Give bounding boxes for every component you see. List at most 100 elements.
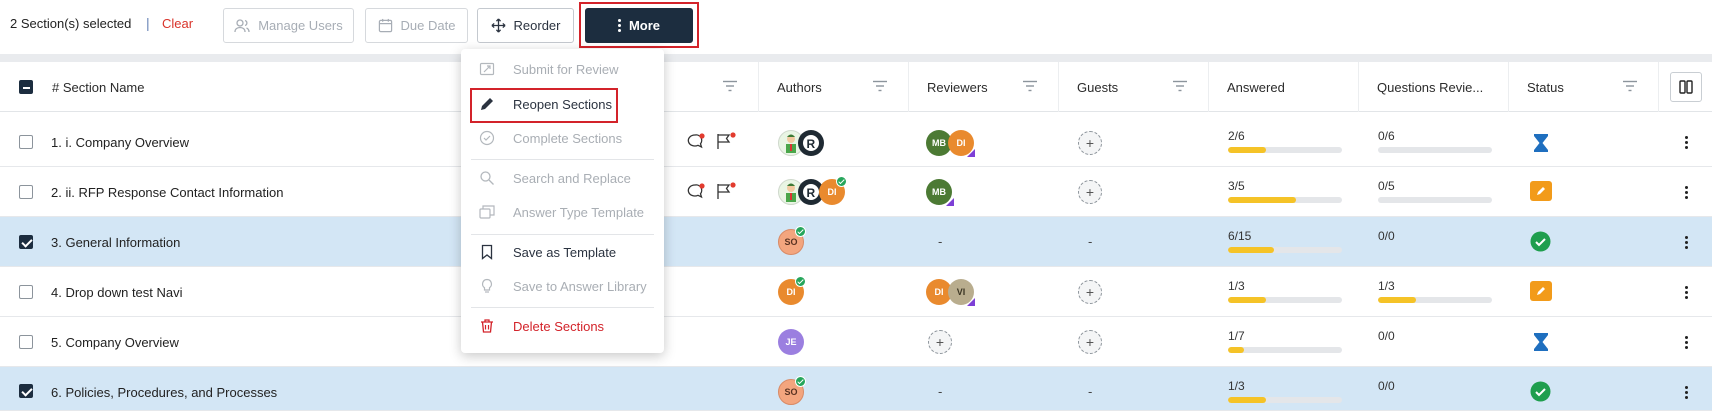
role-marker-icon [967, 298, 975, 306]
column-settings-button[interactable] [1670, 72, 1702, 102]
svg-text:R: R [807, 137, 816, 151]
table-row[interactable]: 2. ii. RFP Response Contact Information … [0, 167, 1712, 217]
filter-icon[interactable] [1022, 80, 1038, 92]
answered-count: 6/15 [1228, 229, 1252, 243]
svg-text:R: R [807, 186, 816, 200]
reviewed-count: 0/0 [1378, 379, 1395, 393]
template-icon [479, 205, 495, 219]
row-actions-icon[interactable] [1685, 284, 1689, 301]
role-marker-icon [967, 149, 975, 157]
calendar-icon [378, 18, 392, 33]
column-answered[interactable]: Answered [1215, 62, 1359, 112]
bookmark-icon [481, 244, 493, 260]
section-name[interactable]: 3. General Information [51, 235, 180, 250]
add-guest-icon[interactable]: + [1078, 180, 1102, 204]
toolbar-divider-band [0, 54, 1712, 62]
row-actions-icon[interactable] [1685, 334, 1689, 351]
reviewed-progress [1378, 297, 1492, 303]
due-date-label: Due Date [400, 18, 456, 33]
table-row[interactable]: 6. Policies, Procedures, and Processes S… [0, 367, 1712, 411]
menu-item-save-to-answer-library[interactable]: Save to Answer Library [461, 271, 664, 301]
r-logo-avatar-icon: R [798, 130, 824, 156]
menu-item-answer-type-template[interactable]: Answer Type Template [461, 197, 664, 227]
reviewed-progress [1378, 197, 1492, 203]
check-circle-icon [1530, 381, 1551, 402]
add-guest-icon[interactable]: + [1078, 280, 1102, 304]
row-checkbox[interactable] [19, 384, 33, 398]
row-checkbox[interactable] [19, 135, 33, 149]
column-reviewers[interactable]: Reviewers [915, 62, 1059, 112]
menu-item-submit-for-review[interactable]: Submit for Review [461, 54, 664, 84]
columns-icon [1679, 80, 1693, 94]
answered-count: 1/3 [1228, 379, 1245, 393]
due-date-button[interactable]: Due Date [365, 8, 468, 43]
completed-check-icon [836, 176, 847, 187]
flag-icon[interactable] [715, 182, 737, 200]
menu-item-complete-sections[interactable]: Complete Sections [461, 123, 664, 153]
column-guests[interactable]: Guests [1065, 62, 1209, 112]
clear-selection-link[interactable]: Clear [162, 16, 193, 31]
comment-icon[interactable] [686, 133, 706, 151]
section-name[interactable]: 2. ii. RFP Response Contact Information [51, 185, 283, 200]
submit-icon [479, 62, 495, 76]
move-arrows-icon [491, 18, 506, 33]
answered-progress [1228, 247, 1342, 253]
add-guest-icon[interactable]: + [1078, 330, 1102, 354]
filter-icon[interactable] [1622, 80, 1638, 92]
menu-item-delete-sections[interactable]: Delete Sections [461, 311, 664, 341]
column-questions-reviewed-label: Questions Revie... [1377, 79, 1484, 95]
row-checkbox[interactable] [19, 185, 33, 199]
row-checkbox[interactable] [19, 285, 33, 299]
section-name[interactable]: 6. Policies, Procedures, and Processes [51, 385, 277, 400]
table-row[interactable]: 4. Drop down test Navi DI DI VI + 1/3 1/… [0, 267, 1712, 317]
menu-divider [471, 234, 654, 235]
column-authors[interactable]: Authors [765, 62, 909, 112]
reviewed-count: 0/0 [1378, 329, 1395, 343]
add-guest-icon[interactable]: + [1078, 131, 1102, 155]
answered-progress [1228, 297, 1342, 303]
column-status-label: Status [1527, 79, 1564, 95]
hourglass-icon [1534, 134, 1548, 152]
menu-item-search-and-replace[interactable]: Search and Replace [461, 163, 664, 193]
row-actions-icon[interactable] [1685, 234, 1689, 251]
table-row[interactable]: 1. i. Company Overview R MB DI + 2/6 0/6 [0, 117, 1712, 167]
completed-check-icon [795, 376, 806, 387]
column-questions-reviewed[interactable]: Questions Revie... [1365, 62, 1509, 112]
reorder-button[interactable]: Reorder [477, 8, 574, 43]
reviewed-progress [1378, 147, 1492, 153]
comment-icon[interactable] [686, 183, 706, 201]
table-row[interactable]: 5. Company Overview JE + + 1/7 0/0 [0, 317, 1712, 367]
reviewed-count: 1/3 [1378, 279, 1395, 293]
row-actions-icon[interactable] [1685, 384, 1689, 401]
column-guests-label: Guests [1077, 79, 1119, 95]
reviewed-count: 0/6 [1378, 129, 1395, 143]
section-name[interactable]: 1. i. Company Overview [51, 135, 189, 150]
answered-progress [1228, 147, 1342, 153]
row-actions-icon[interactable] [1685, 134, 1689, 151]
section-name[interactable]: 5. Company Overview [51, 335, 179, 350]
filter-icon[interactable] [872, 80, 888, 92]
answered-progress [1228, 197, 1342, 203]
check-circle-icon [479, 130, 495, 146]
row-checkbox[interactable] [19, 335, 33, 349]
filter-icon[interactable] [1172, 80, 1188, 92]
check-circle-icon [1530, 231, 1551, 252]
menu-item-save-as-template[interactable]: Save as Template [461, 237, 664, 267]
column-status[interactable]: Status [1515, 62, 1659, 112]
reviewed-count: 0/5 [1378, 179, 1395, 193]
select-all-checkbox[interactable] [19, 80, 33, 94]
search-icon [480, 171, 494, 185]
answered-count: 1/7 [1228, 329, 1245, 343]
section-name[interactable]: 4. Drop down test Navi [51, 285, 183, 300]
edit-status-icon [1530, 281, 1552, 301]
selection-count: 2 Section(s) selected [10, 16, 132, 31]
row-actions-icon[interactable] [1685, 184, 1689, 201]
filter-icon[interactable] [722, 80, 738, 92]
flag-icon[interactable] [715, 132, 737, 150]
row-checkbox[interactable] [19, 235, 33, 249]
completed-check-icon [795, 276, 806, 287]
add-reviewer-icon[interactable]: + [928, 330, 952, 354]
table-row[interactable]: 3. General Information SO - - 6/15 0/0 [0, 217, 1712, 267]
manage-users-button[interactable]: Manage Users [223, 8, 354, 43]
answered-count: 1/3 [1228, 279, 1245, 293]
